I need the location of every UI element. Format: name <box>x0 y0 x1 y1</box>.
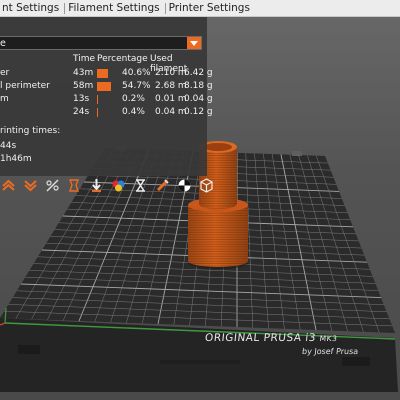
pause-prints-icon[interactable] <box>110 177 127 194</box>
header-time: Time <box>73 54 96 64</box>
bed-clip <box>18 345 40 354</box>
tab-filament-settings[interactable]: Filament Settings <box>64 2 163 14</box>
legend-row: m 13s 0.2% 0.01 m 0.04 g <box>0 94 213 107</box>
shells-icon[interactable] <box>176 177 193 194</box>
feature-percentage: 54.7% <box>122 81 151 91</box>
percentage-bar <box>97 82 111 91</box>
view-type-dropdown[interactable]: e <box>0 36 202 50</box>
bed-brand-label: ORIGINAL PRUSA i3 MK3 <box>204 332 338 344</box>
printing-time-value: 44s <box>0 141 17 151</box>
tool-changes-icon[interactable] <box>66 177 83 194</box>
custom-gcode-icon[interactable] <box>132 177 149 194</box>
feature-percentage: 0.2% <box>122 94 145 104</box>
retractions-icon[interactable] <box>0 177 17 194</box>
bed-model-text: MK3 <box>319 334 338 343</box>
percentage-bar <box>97 69 108 78</box>
feature-length: 0.04 m <box>155 107 187 117</box>
legend-panel: e Time Percentage Used filament er 43m 4… <box>0 17 213 176</box>
bed-subtitle: by Josef Prusa <box>301 347 359 356</box>
feature-weight: 0.04 g <box>184 94 213 104</box>
cube-icon[interactable] <box>198 177 215 194</box>
tab-printer-settings[interactable]: Printer Settings <box>165 2 254 14</box>
feature-time: 43m <box>73 68 94 78</box>
deretractions-icon[interactable] <box>22 177 39 194</box>
feature-length: 2.10 m <box>155 68 187 78</box>
chevron-down-icon[interactable] <box>187 37 201 49</box>
color-changes-icon[interactable] <box>88 177 105 194</box>
options-toolbar <box>0 175 220 195</box>
feature-name: l perimeter <box>0 81 50 91</box>
feature-percentage: 0.4% <box>122 107 145 117</box>
feature-time: 24s <box>73 107 90 117</box>
legend-row: 24s 0.4% 0.04 m 0.12 g <box>0 107 213 120</box>
feature-name: m <box>0 94 9 104</box>
legend-row: l perimeter 58m 54.7% 2.68 m 8.18 g <box>0 81 213 94</box>
center-of-gravity-icon[interactable] <box>154 177 171 194</box>
percentage-bar <box>97 108 98 117</box>
feature-name: er <box>0 68 10 78</box>
view-type-value: e <box>0 38 6 49</box>
tab-print-settings[interactable]: nt Settings <box>0 2 63 14</box>
bed-brand-text: ORIGINAL PRUSA i3 <box>204 332 317 344</box>
seams-icon[interactable] <box>44 177 61 194</box>
menu-bar: nt Settings Filament Settings Printer Se… <box>0 0 400 17</box>
bed-clip <box>342 357 370 366</box>
printing-time-value: 1h46m <box>0 154 32 164</box>
feature-weight: 8.18 g <box>184 81 213 91</box>
bed-notch <box>292 151 302 156</box>
header-percentage: Percentage <box>97 54 148 64</box>
bed-clip <box>160 360 240 364</box>
feature-weight: 0.12 g <box>184 107 213 117</box>
feature-percentage: 40.6% <box>122 68 151 78</box>
feature-length: 0.01 m <box>155 94 187 104</box>
printing-times-label: rinting times: <box>0 126 61 136</box>
legend-row: er 43m 40.6% 2.10 m 6.42 g <box>0 68 213 81</box>
feature-time: 13s <box>73 94 90 104</box>
feature-time: 58m <box>73 81 94 91</box>
feature-weight: 6.42 g <box>184 68 213 78</box>
feature-length: 2.68 m <box>155 81 187 91</box>
percentage-bar <box>97 95 98 104</box>
